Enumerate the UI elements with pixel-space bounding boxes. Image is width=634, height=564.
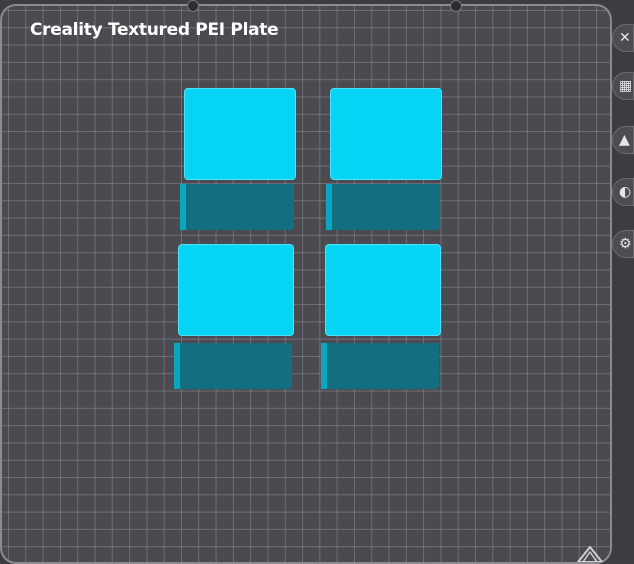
model-cube[interactable] xyxy=(321,244,441,389)
plate-notch xyxy=(187,0,199,12)
cube-side xyxy=(180,184,294,230)
plate-logo-icon xyxy=(577,546,603,562)
settings-icon[interactable]: ⚙ xyxy=(612,230,634,258)
cube-top xyxy=(330,88,442,180)
plate-toolbar: ✕ ▦ ▲ ◐ ⚙ xyxy=(612,24,634,264)
cube-side xyxy=(321,343,439,389)
cube-top xyxy=(325,244,441,336)
3d-viewport[interactable]: Creality Textured PEI Plate ✕ ▦ ▲ ◐ ⚙ xyxy=(0,0,634,564)
cube-side xyxy=(174,343,292,389)
model-cube[interactable] xyxy=(174,244,294,389)
model-cube[interactable] xyxy=(326,88,442,230)
build-plate[interactable] xyxy=(0,4,612,564)
cube-top xyxy=(184,88,296,180)
arrange-icon[interactable]: ▦ xyxy=(612,72,634,100)
auto-orient-icon[interactable]: ▲ xyxy=(612,126,634,154)
cube-top xyxy=(178,244,294,336)
model-cube[interactable] xyxy=(180,88,296,230)
close-icon[interactable]: ✕ xyxy=(612,24,634,52)
plate-notch xyxy=(450,0,462,12)
plate-name-label: Creality Textured PEI Plate xyxy=(30,20,279,40)
lay-on-face-icon[interactable]: ◐ xyxy=(612,178,634,206)
cube-side xyxy=(326,184,440,230)
